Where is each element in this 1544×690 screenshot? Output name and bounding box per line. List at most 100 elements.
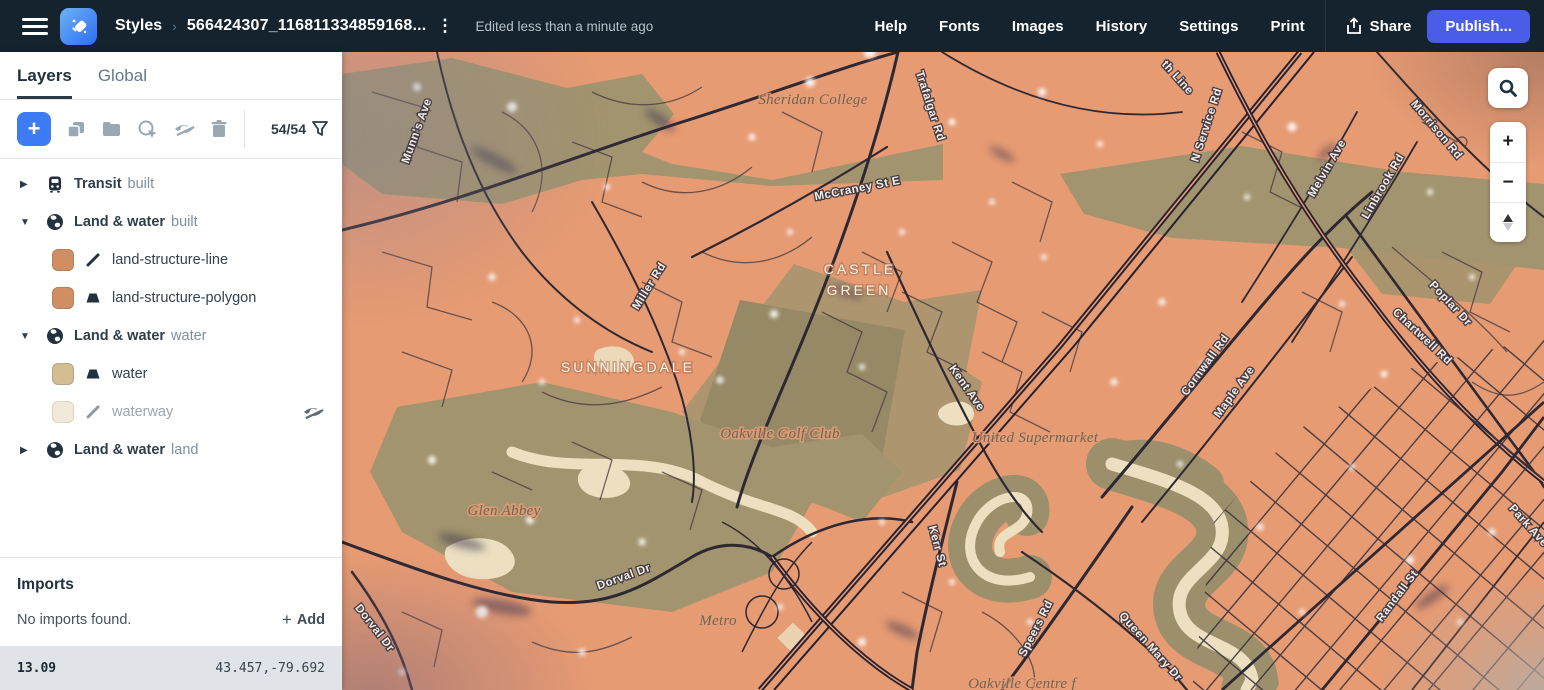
publish-button[interactable]: Publish... bbox=[1427, 10, 1530, 43]
tab-global[interactable]: Global bbox=[98, 66, 147, 99]
globe-icon bbox=[46, 441, 64, 459]
share-label: Share bbox=[1370, 18, 1412, 35]
expand-arrow-icon[interactable]: ▶ bbox=[20, 445, 34, 456]
layer-count: 54/54 bbox=[271, 121, 306, 137]
nav-images[interactable]: Images bbox=[996, 18, 1080, 35]
map-controls: + − bbox=[1488, 68, 1528, 242]
layer-row-waterway[interactable]: waterway bbox=[0, 393, 342, 431]
style-name[interactable]: 566424307_116811334859168... bbox=[187, 17, 427, 35]
cursor-coordinates: 43.457,-79.692 bbox=[215, 661, 325, 676]
delete-layer-icon[interactable] bbox=[210, 119, 228, 139]
top-nav: Help Fonts Images History Settings Print… bbox=[859, 0, 1544, 52]
group-label: Land & water bbox=[74, 214, 165, 230]
compass-north-icon bbox=[1503, 214, 1513, 222]
layer-color-swatch[interactable] bbox=[52, 363, 74, 385]
layer-hidden-eye-off-icon[interactable] bbox=[302, 402, 324, 422]
group-label: Transit bbox=[74, 176, 122, 192]
vignette bbox=[1102, 372, 1544, 690]
style-options-kebab-icon[interactable]: ⋮ bbox=[436, 20, 453, 32]
select-on-map-icon[interactable] bbox=[137, 119, 158, 140]
spray-can-icon bbox=[68, 15, 90, 37]
topbar-divider bbox=[1325, 0, 1326, 52]
zoom-out-button[interactable]: − bbox=[1490, 162, 1526, 202]
share-button[interactable]: Share bbox=[1330, 17, 1428, 35]
expand-arrow-icon[interactable]: ▶ bbox=[20, 179, 34, 190]
group-label: Land & water bbox=[74, 328, 165, 344]
search-icon bbox=[1498, 78, 1518, 98]
group-suffix: built bbox=[171, 214, 198, 230]
add-import-button[interactable]: +Add bbox=[282, 610, 325, 630]
collapse-arrow-icon[interactable]: ▼ bbox=[20, 217, 34, 228]
layer-row-water[interactable]: water bbox=[0, 355, 342, 393]
group-suffix: land bbox=[171, 442, 198, 458]
group-suffix: water bbox=[171, 328, 206, 344]
add-layer-button[interactable]: + bbox=[17, 112, 51, 146]
line-type-icon bbox=[85, 252, 101, 268]
tab-layers[interactable]: Layers bbox=[17, 66, 72, 99]
share-icon bbox=[1346, 17, 1362, 35]
zoom-control: + − bbox=[1490, 122, 1526, 242]
top-bar: Styles › 566424307_116811334859168... ⋮ … bbox=[0, 0, 1544, 52]
map-render: Sheridan CollegeTrafalgar Rdth LineN Ser… bbox=[342, 52, 1544, 690]
breadcrumb-styles[interactable]: Styles bbox=[115, 17, 162, 35]
polygon-type-icon bbox=[85, 366, 101, 382]
nav-history[interactable]: History bbox=[1080, 18, 1164, 35]
layer-row-land-structure-line[interactable]: land-structure-line bbox=[0, 241, 342, 279]
map-label: SUNNINGDALE bbox=[561, 359, 695, 375]
hamburger-menu-icon[interactable] bbox=[22, 14, 48, 39]
nav-settings[interactable]: Settings bbox=[1163, 18, 1254, 35]
layers-panel: Layers Global + 54/54 bbox=[0, 52, 342, 690]
polygon-type-icon bbox=[85, 290, 101, 306]
nav-print[interactable]: Print bbox=[1254, 18, 1320, 35]
globe-icon bbox=[46, 213, 64, 231]
group-folder-icon[interactable] bbox=[101, 119, 122, 139]
zoom-in-button[interactable]: + bbox=[1490, 122, 1526, 162]
nav-help[interactable]: Help bbox=[859, 18, 924, 35]
breadcrumb-chevron-icon: › bbox=[172, 18, 177, 34]
map-label: Oakville Golf Club bbox=[720, 426, 840, 442]
layer-group-landwater-built[interactable]: ▼ Land & water built bbox=[0, 203, 342, 241]
layer-color-swatch[interactable] bbox=[52, 249, 74, 271]
toolbar-divider bbox=[244, 110, 245, 148]
layer-group-landwater-water[interactable]: ▼ Land & water water bbox=[0, 317, 342, 355]
filter-icon[interactable] bbox=[312, 121, 328, 137]
layer-label: water bbox=[112, 366, 147, 382]
map-label: Sheridan College bbox=[758, 92, 867, 108]
edited-status: Edited less than a minute ago bbox=[475, 19, 653, 34]
imports-empty-text: No imports found. bbox=[17, 612, 131, 628]
mapbox-studio-logo[interactable] bbox=[60, 8, 97, 45]
duplicate-icon[interactable] bbox=[66, 119, 86, 139]
map-label: Metro bbox=[698, 613, 737, 629]
map-label: Glen Abbey bbox=[467, 503, 540, 519]
layer-label: land-structure-line bbox=[112, 252, 228, 268]
layer-color-swatch[interactable] bbox=[52, 401, 74, 423]
zoom-level: 13.09 bbox=[17, 661, 56, 676]
hide-layer-icon[interactable] bbox=[173, 119, 195, 139]
map-label: GREEN bbox=[827, 282, 892, 298]
layer-color-swatch[interactable] bbox=[52, 287, 74, 309]
collapse-arrow-icon[interactable]: ▼ bbox=[20, 331, 34, 342]
map-label: United Supermarket bbox=[972, 430, 1099, 446]
layer-list: ▶ Transit built ▼ Land & water built bbox=[0, 159, 342, 469]
layer-label: land-structure-polygon bbox=[112, 290, 256, 306]
plus-icon: + bbox=[282, 610, 292, 630]
panel-tabs: Layers Global bbox=[0, 52, 342, 100]
group-suffix: built bbox=[128, 176, 155, 192]
layer-group-transit-built[interactable]: ▶ Transit built bbox=[0, 165, 342, 203]
vignette bbox=[342, 352, 902, 690]
layer-group-landwater-land[interactable]: ▶ Land & water land bbox=[0, 431, 342, 469]
nav-fonts[interactable]: Fonts bbox=[923, 18, 996, 35]
map-label: CASTLE bbox=[824, 261, 896, 277]
compass-south-icon bbox=[1503, 223, 1513, 231]
line-type-icon bbox=[85, 404, 101, 420]
imports-title: Imports bbox=[17, 576, 325, 594]
compass-bearing-button[interactable] bbox=[1490, 202, 1526, 242]
layers-toolbar: + 54/54 bbox=[0, 100, 342, 159]
layer-row-land-structure-polygon[interactable]: land-structure-polygon bbox=[0, 279, 342, 317]
map-label: Oakville Centre f bbox=[968, 676, 1077, 690]
map-canvas[interactable]: Sheridan CollegeTrafalgar Rdth LineN Ser… bbox=[342, 52, 1544, 690]
imports-section: Imports No imports found. +Add bbox=[0, 557, 342, 646]
map-search-button[interactable] bbox=[1488, 68, 1528, 108]
transit-icon bbox=[46, 175, 64, 193]
group-label: Land & water bbox=[74, 442, 165, 458]
